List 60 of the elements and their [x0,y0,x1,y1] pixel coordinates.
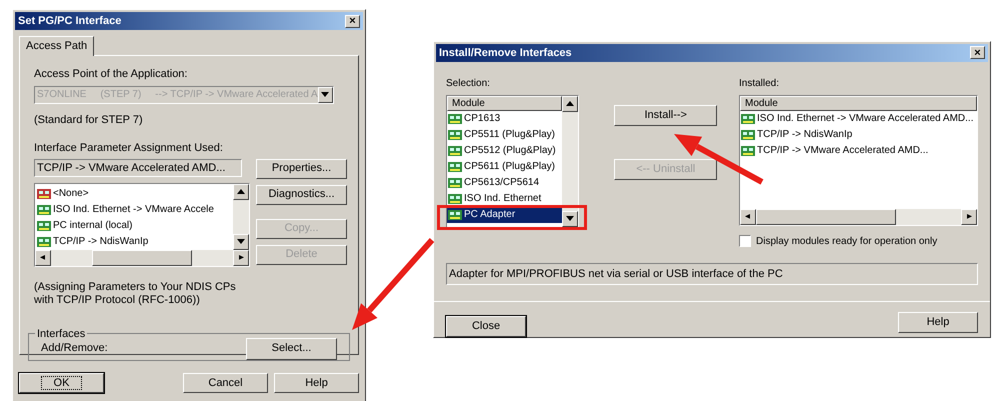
dialog-button[interactable]: Cancel [183,373,268,393]
network-card-icon [741,112,755,125]
list-item[interactable]: CP5512 (Plug&Play) [447,142,562,159]
help-button[interactable]: Help [898,312,978,333]
tab[interactable]: Access Path [19,36,94,56]
list-item[interactable]: TCP/IP -> NdisWanIp [740,126,852,143]
checkbox-label: Display modules ready for operation only [756,234,938,249]
window-title: Set PG/PC Interface [18,14,122,29]
column-header: Module [740,96,977,111]
note-text: (Standard for STEP 7) [34,112,144,128]
horizontal-scrollbar[interactable] [35,250,249,266]
network-card-icon [448,208,462,221]
list-item[interactable]: CP5511 (Plug&Play) [447,126,562,143]
vertical-scrollbar[interactable] [562,96,578,227]
close-button[interactable]: × [345,14,360,28]
install-button[interactable]: Install--> [614,104,717,126]
dialog-button[interactable]: OK [19,373,104,393]
description-field: Adapter for MPI/PROFIBUS net via serial or USB interface of the PC [446,262,978,285]
dialog-button[interactable]: Help [274,373,359,393]
window-title: Install/Remove Interfaces [439,46,572,60]
list-item[interactable]: TCP/IP -> VMware Accelerated AMD... [740,142,928,159]
network-card-icon [37,188,51,200]
list-item[interactable]: PC internal (local) [37,218,233,234]
field-label: Add/Remove: [41,341,108,356]
list-item[interactable]: ISO Ind. Ethernet [447,190,562,207]
note-text: (Assigning Parameters to Your NDIS CPs with TCP/IP Protocol (RFC-1006)) [34,280,237,306]
checkbox[interactable] [739,235,751,248]
list-item[interactable]: TCP/IP -> NdisWanIp [37,234,233,250]
list-item[interactable]: ISO Ind. Ethernet -> VMware Accelerated AMD... [740,110,974,127]
close-button[interactable]: × [970,46,985,60]
list-item[interactable]: ISO Ind. Ethernet -> VMware Accele [37,202,233,218]
network-card-icon [448,176,462,189]
field-label: Installed: [739,76,780,91]
field-label: Interface Parameter Assignment Used: [34,141,224,156]
list-item[interactable]: CP5613/CP5614 [447,174,562,191]
vertical-scrollbar[interactable] [233,184,249,250]
field-label: Access Point of the Application: [34,67,188,82]
network-card-icon [741,128,755,141]
list-item[interactable]: <None> [37,186,233,202]
network-card-icon [448,144,462,157]
select-button[interactable]: Select... [246,338,337,360]
network-card-icon [741,144,755,157]
dialog-button[interactable]: Diagnostics... [256,184,347,204]
network-card-icon [448,192,462,205]
close-dialog-button[interactable]: Close [446,316,526,337]
dialog-button[interactable]: Properties... [256,158,347,178]
network-card-icon [37,236,51,248]
network-card-icon [37,220,51,232]
list-item[interactable]: CP5611 (Plug&Play) [447,158,562,175]
list-item[interactable]: CP1613 [447,110,562,127]
network-card-icon [448,112,462,125]
field-label: Selection: [446,76,491,91]
scroll-thumb[interactable] [756,208,896,225]
column-header: Module [447,96,562,111]
assignment-field: TCP/IP -> VMware Accelerated AMD... [34,158,242,176]
scroll-thumb[interactable] [92,250,192,266]
network-card-icon [448,160,462,173]
horizontal-scrollbar[interactable] [740,208,977,225]
network-card-icon [37,204,51,216]
network-card-icon [448,128,462,141]
